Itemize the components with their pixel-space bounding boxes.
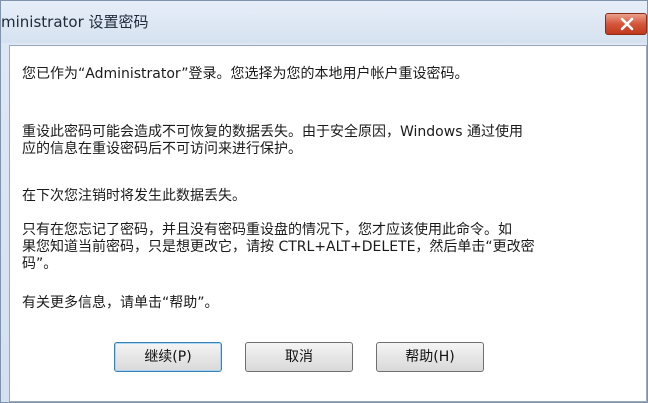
window-title: ministrator 设置密码	[1, 13, 149, 31]
close-icon	[620, 17, 634, 31]
message-usage-line1: 只有在您忘记了密码，并且没有密码重设盘的情况下，您才应该使用此命令。如	[22, 222, 512, 238]
dialog-content: 您已作为“Administrator”登录。您选择为您的本地用户帐户重设密码。 …	[9, 45, 647, 402]
close-button[interactable]	[605, 13, 647, 35]
message-warning-line2: 应的信息在重设密码后不可访问来进行保护。	[22, 141, 302, 157]
continue-button[interactable]: 继续(P)	[114, 342, 222, 372]
message-data-loss: 在下次您注销时将发生此数据丢失。	[22, 188, 246, 204]
help-button[interactable]: 帮助(H)	[376, 342, 484, 372]
message-help-info: 有关更多信息，请单击“帮助”。	[22, 295, 219, 311]
title-bar[interactable]: ministrator 设置密码	[1, 1, 647, 43]
message-usage-line2: 果您知道当前密码，只是想更改它，请按 CTRL+ALT+DELETE，然后单击“…	[22, 239, 535, 255]
dialog-window: ministrator 设置密码 您已作为“Administrator”登录。您…	[0, 0, 648, 403]
message-intro: 您已作为“Administrator”登录。您选择为您的本地用户帐户重设密码。	[22, 66, 469, 82]
cancel-button[interactable]: 取消	[245, 342, 353, 372]
message-usage-line3: 码”。	[22, 256, 58, 272]
message-warning-line1: 重设此密码可能会造成不可恢复的数据丢失。由于安全原因，Windows 通过使用	[22, 124, 523, 140]
